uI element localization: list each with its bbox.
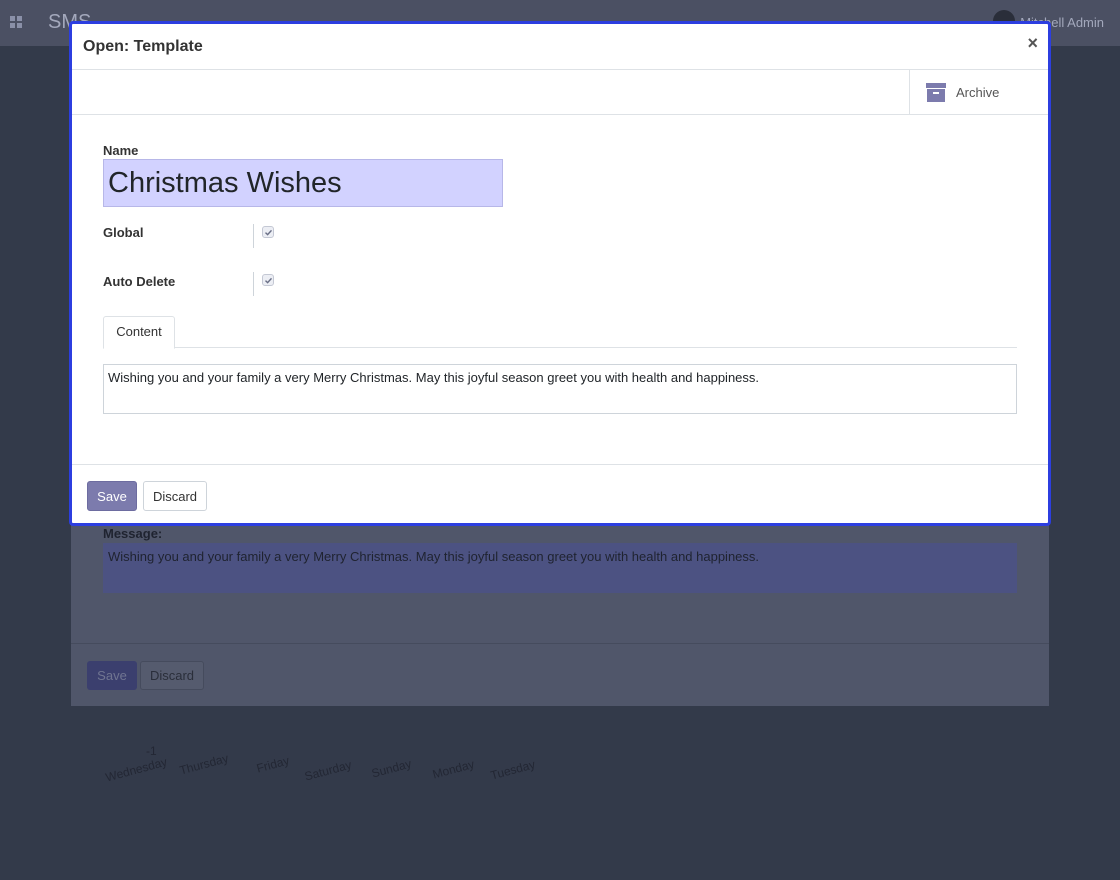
close-icon[interactable]: × (1027, 34, 1038, 52)
apps-menu-icon[interactable] (10, 16, 22, 28)
day-label: Sunday (370, 756, 413, 781)
name-label: Name (103, 143, 139, 158)
dialog-header: Open: Template × (72, 24, 1048, 70)
global-checkbox[interactable] (262, 226, 274, 238)
day-label: Saturday (303, 757, 354, 784)
background-message-label: Message: (103, 526, 163, 541)
template-dialog: Open: Template × Archive Name Global Aut… (69, 21, 1051, 526)
background-discard-button: Discard (140, 661, 204, 690)
notebook-tabs: Content (103, 316, 1017, 349)
archive-button[interactable]: Archive (909, 70, 1048, 114)
auto-delete-label: Auto Delete (103, 274, 176, 289)
background-footer-divider (71, 643, 1049, 644)
archive-icon (926, 83, 946, 102)
background-save-button: Save (87, 661, 137, 690)
dialog-footer: Save Discard (72, 464, 1048, 523)
check-icon (265, 229, 273, 236)
check-icon (265, 277, 273, 284)
global-label: Global (103, 225, 144, 240)
smart-button-box: Archive (72, 70, 1048, 115)
day-label: Wednesday (104, 754, 169, 785)
discard-button[interactable]: Discard (143, 481, 207, 511)
background-message-field: Wishing you and your family a very Merry… (103, 543, 1017, 593)
field-separator (253, 272, 254, 296)
content-textarea[interactable]: Wishing you and your family a very Merry… (103, 364, 1017, 414)
archive-label: Archive (956, 85, 1000, 100)
day-label: Monday (431, 756, 476, 782)
save-button[interactable]: Save (87, 481, 137, 511)
tab-content[interactable]: Content (103, 316, 175, 349)
name-input[interactable] (103, 159, 503, 207)
auto-delete-checkbox[interactable] (262, 274, 274, 286)
dialog-title: Open: Template (83, 38, 203, 55)
dialog-form: Name Global Auto Delete Content Wishing … (72, 116, 1048, 464)
day-label: Friday (255, 753, 291, 776)
background-day-labels: Wednesday Thursday Friday Saturday Sunda… (100, 745, 560, 795)
field-separator (253, 224, 254, 248)
day-label: Tuesday (489, 757, 537, 783)
day-label: Thursday (178, 751, 230, 778)
